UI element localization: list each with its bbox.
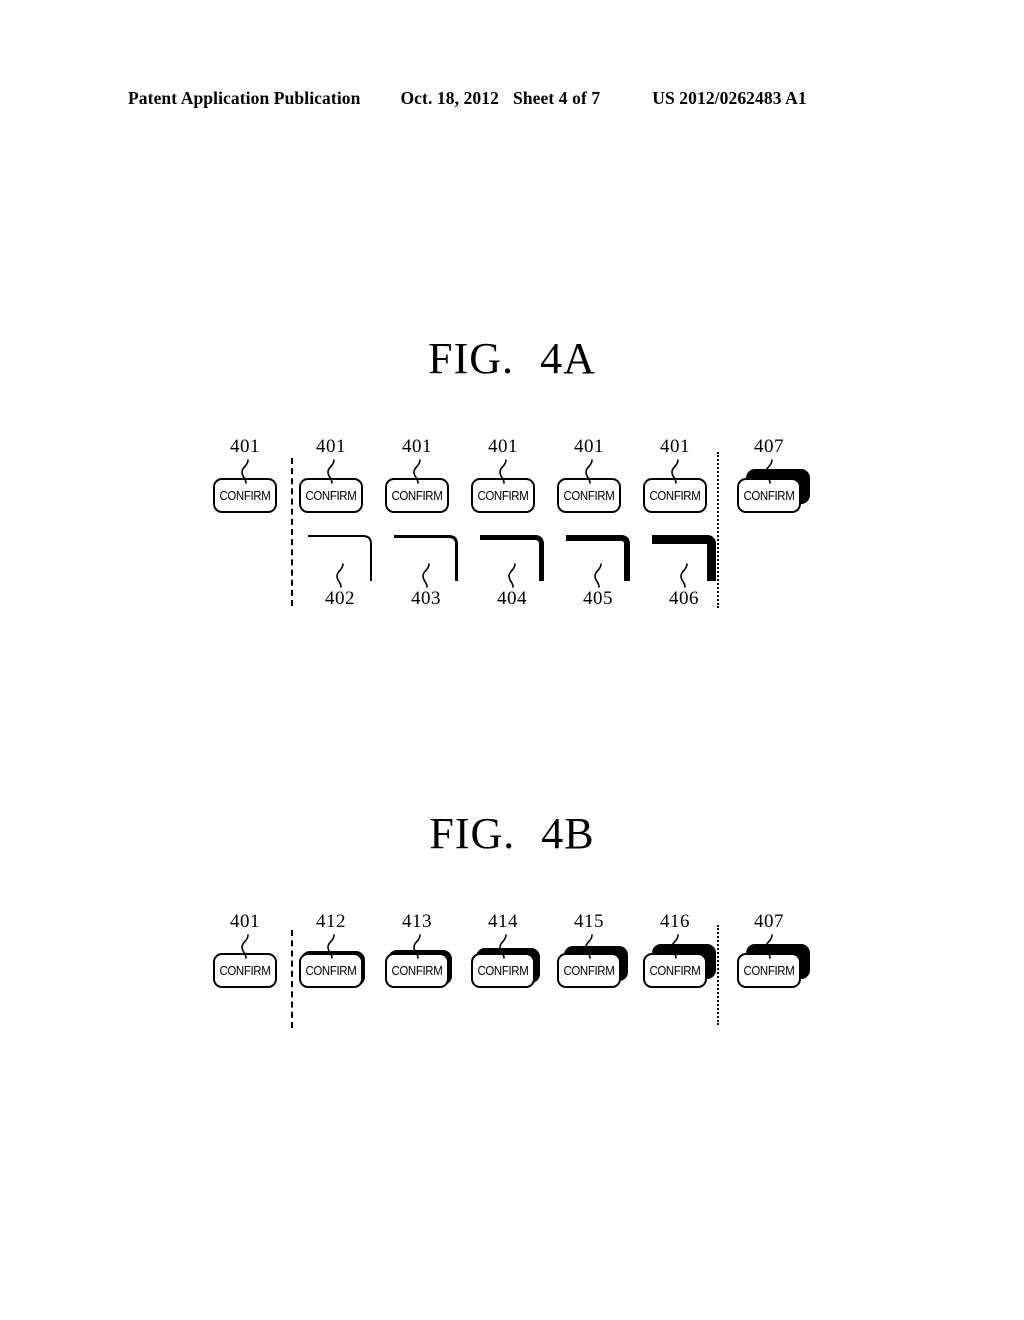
reference-numeral-415-4: 415 bbox=[574, 911, 604, 932]
figure-4b-title-prefix: FIG. bbox=[429, 809, 516, 858]
reference-numeral-401-0: 401 bbox=[230, 436, 260, 457]
figure-4b-title-suffix: 4B bbox=[541, 809, 595, 858]
confirm-button-label: CONFIRM bbox=[649, 963, 701, 978]
leader-line-401-0 bbox=[239, 934, 253, 959]
reference-numeral-401-3: 401 bbox=[488, 436, 518, 457]
confirm-button-label: CONFIRM bbox=[743, 488, 795, 503]
leader-line-406-low4 bbox=[678, 563, 692, 588]
leader-line-405-low3 bbox=[592, 563, 606, 588]
page-header: Patent Application Publication Oct. 18, … bbox=[128, 88, 896, 112]
leader-line-412-1 bbox=[325, 934, 339, 959]
confirm-button-label: CONFIRM bbox=[391, 963, 443, 978]
figure-4a: CONFIRM 401 CONFIRM 401 CONFIRM 401 CONFIRM 401… bbox=[0, 420, 1024, 640]
leader-line-401-1 bbox=[325, 459, 339, 484]
leader-line-407-6 bbox=[763, 459, 777, 484]
reference-numeral-414-3: 414 bbox=[488, 911, 518, 932]
header-sheet: Sheet 4 of 7 bbox=[512, 88, 601, 108]
reference-numeral-401-1: 401 bbox=[316, 436, 346, 457]
separator-dashed-0 bbox=[291, 930, 293, 1028]
reference-numeral-413-2: 413 bbox=[402, 911, 432, 932]
reference-numeral-403-low1: 403 bbox=[411, 588, 441, 609]
leader-line-401-4 bbox=[583, 459, 597, 484]
separator-dashed-0 bbox=[291, 458, 293, 606]
leader-line-402-low0 bbox=[334, 563, 348, 588]
confirm-button-label: CONFIRM bbox=[649, 488, 701, 503]
confirm-button-label: CONFIRM bbox=[743, 963, 795, 978]
figure-4b: CONFIRM 401 CONFIRM 412 CONFIRM 413 CONFIRM 414… bbox=[0, 895, 1024, 1045]
reference-numeral-401-0: 401 bbox=[230, 911, 260, 932]
reference-numeral-405-low3: 405 bbox=[583, 588, 613, 609]
leader-line-401-5 bbox=[669, 459, 683, 484]
leader-line-407-6 bbox=[763, 934, 777, 959]
separator-dotted-1 bbox=[717, 925, 719, 1025]
reference-numeral-401-2: 401 bbox=[402, 436, 432, 457]
header-date: Oct. 18, 2012 bbox=[400, 88, 499, 108]
confirm-button-label: CONFIRM bbox=[563, 488, 615, 503]
confirm-button-label: CONFIRM bbox=[219, 488, 271, 503]
confirm-button-label: CONFIRM bbox=[305, 488, 357, 503]
leader-line-413-2 bbox=[411, 934, 425, 959]
confirm-button-label: CONFIRM bbox=[563, 963, 615, 978]
leader-line-414-3 bbox=[497, 934, 511, 959]
figure-4a-title: FIG. 4A bbox=[0, 333, 1024, 384]
reference-numeral-402-low0: 402 bbox=[325, 588, 355, 609]
reference-numeral-416-5: 416 bbox=[660, 911, 690, 932]
reference-numeral-407-6: 407 bbox=[754, 911, 784, 932]
figure-4a-title-prefix: FIG. bbox=[428, 334, 515, 383]
header-patent-number: US 2012/0262483 A1 bbox=[652, 88, 807, 108]
leader-line-401-2 bbox=[411, 459, 425, 484]
reference-numeral-407-6: 407 bbox=[754, 436, 784, 457]
confirm-button-label: CONFIRM bbox=[219, 963, 271, 978]
reference-numeral-401-5: 401 bbox=[660, 436, 690, 457]
reference-numeral-412-1: 412 bbox=[316, 911, 346, 932]
leader-line-416-5 bbox=[669, 934, 683, 959]
leader-line-401-3 bbox=[497, 459, 511, 484]
figure-4b-title: FIG. 4B bbox=[0, 808, 1024, 859]
reference-numeral-404-low2: 404 bbox=[497, 588, 527, 609]
leader-line-403-low1 bbox=[420, 563, 434, 588]
figure-4a-title-suffix: 4A bbox=[540, 334, 596, 383]
leader-line-415-4 bbox=[583, 934, 597, 959]
reference-numeral-401-4: 401 bbox=[574, 436, 604, 457]
confirm-button-label: CONFIRM bbox=[477, 488, 529, 503]
header-publication: Patent Application Publication bbox=[128, 88, 361, 108]
leader-line-404-low2 bbox=[506, 563, 520, 588]
reference-numeral-406-low4: 406 bbox=[669, 588, 699, 609]
confirm-button-label: CONFIRM bbox=[477, 963, 529, 978]
confirm-button-label: CONFIRM bbox=[305, 963, 357, 978]
confirm-button-label: CONFIRM bbox=[391, 488, 443, 503]
leader-line-401-0 bbox=[239, 459, 253, 484]
